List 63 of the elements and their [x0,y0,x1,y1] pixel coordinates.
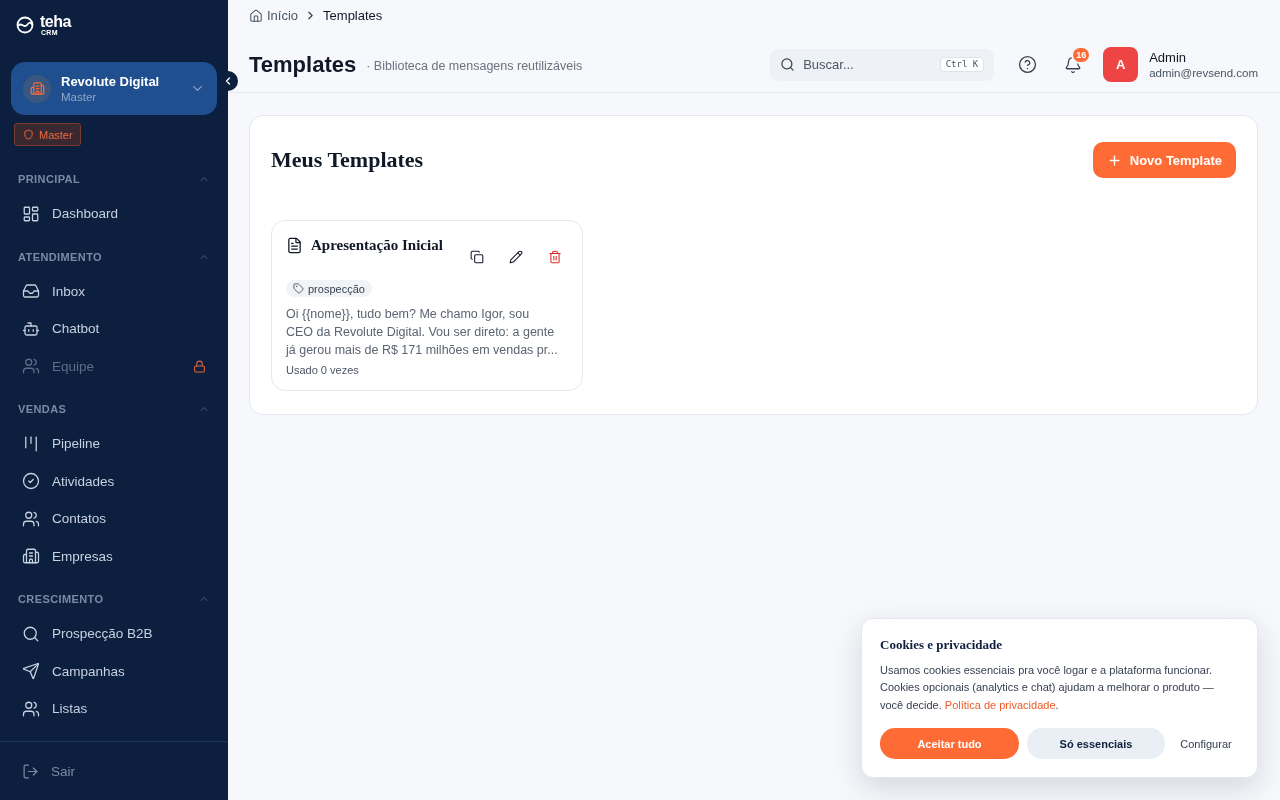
workspace-role: Master [61,91,98,103]
nav-item[interactable]: Atividades [10,462,218,500]
dashboard-icon [22,204,40,223]
tag-icon [293,283,304,294]
breadcrumb-link[interactable]: Início [249,8,299,24]
breadcrumb-link[interactable]: Templates [323,8,383,24]
nav-item[interactable]: Pipeline [10,425,218,463]
cookie-button[interactable]: Configurar [1173,728,1239,759]
nav-item[interactable]: Contatos [10,500,218,538]
logo-icon [16,16,34,34]
lock-icon [193,359,206,373]
nav-section-header[interactable]: ATENDIMENTO [0,245,228,268]
inbox-tray-icon [22,282,40,301]
copy-icon [469,249,484,264]
building-icon [22,547,40,566]
page-title: Templates [249,51,357,78]
users-icon [22,357,40,376]
page-subtitle: · Biblioteca de mensagens reutilizáveis [366,59,583,74]
robot-icon [22,319,40,338]
nav-item[interactable]: Prospecção B2B [10,615,218,653]
workspace-name: Revolute Digital [61,74,161,89]
nav-item[interactable]: Dashboard [10,195,218,233]
nav-item[interactable]: Chatbot [10,310,218,348]
nav-item[interactable]: Inbox [10,272,218,310]
cookie-text: Usamos cookies essenciais pra você logar e a plataforma funcionar. Cookies opcionais (analytics e chat) ajudam a melhorar o produto — você decide. Política de privacidade. [880,662,1215,713]
logout-button[interactable]: Sair [0,742,228,800]
check-circle-icon [22,472,40,491]
usage-count: Usado 0 vezes [286,364,360,376]
tag-chip: prospecção [286,280,372,297]
nav-section-header[interactable]: PRINCIPAL [0,168,228,190]
users-icon [22,509,40,528]
template-preview: Oi {{nome}}, tudo bem? Me chamo Igor, sou CEO da Revolute Digital. Vou ser direto: a gente já gerou mais de R$ 171 milhões em vendas pr... [286,306,558,359]
nav-section-header[interactable]: VENDAS [0,398,228,420]
shield-icon [23,129,34,140]
privacy-policy-link[interactable]: Política de privacidade [944,698,1056,711]
document-icon [286,237,303,254]
help-icon [1017,55,1037,75]
building-icon [23,74,51,103]
columns-icon [22,434,40,453]
plus-icon [1106,152,1122,168]
template-title: Apresentação Inicial [311,236,444,254]
search-icon [22,624,40,643]
nav-item[interactable]: Listas [10,690,218,728]
trash-icon [547,249,562,264]
home-icon [249,8,263,23]
role-badge-label: Master [39,128,73,141]
send-icon [22,662,40,681]
user-email: admin@revsend.com [1149,67,1258,80]
cookie-button[interactable]: Só essenciais [1027,728,1165,759]
logo-name: teha [40,13,71,29]
users-icon [22,699,40,718]
user-avatar[interactable]: A [1103,47,1139,83]
logout-icon [22,762,39,780]
notification-count: 16 [1071,45,1092,64]
nav-item[interactable]: Campanhas [10,652,218,690]
workspace-switcher[interactable]: Revolute Digital Master [11,62,217,115]
search-icon [780,56,796,72]
user-name: Admin [1149,50,1187,66]
pencil-icon [508,249,523,264]
nav-section-header[interactable]: CRESCIMENTO [0,588,228,610]
nav-item[interactable]: Empresas [10,537,218,575]
panel-title: Meus Templates [271,147,424,173]
cookie-title: Cookies e privacidade [880,636,1004,653]
